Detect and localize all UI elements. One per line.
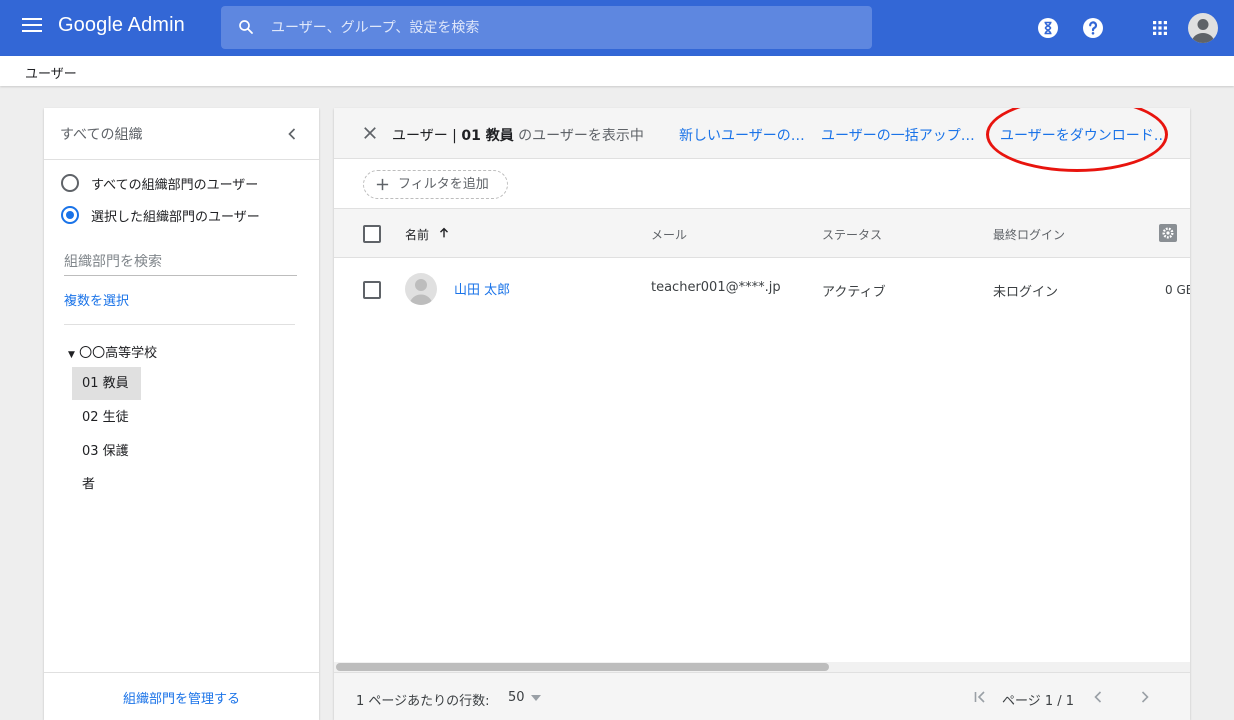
radio-button-selected[interactable] bbox=[61, 206, 79, 224]
add-filter-label: フィルタを追加 bbox=[398, 177, 489, 192]
row-checkbox[interactable] bbox=[363, 281, 381, 299]
user-name-link[interactable]: 山田 太郎 bbox=[454, 279, 510, 298]
radio-all-org-units[interactable]: すべての組織部門のユーザー bbox=[61, 172, 258, 194]
person-icon bbox=[409, 279, 433, 305]
users-panel: ユーザー | 01 教員 のユーザーを表示中 新しいユーザーの… ユーザーの一括… bbox=[334, 108, 1190, 720]
first-page-icon[interactable] bbox=[972, 689, 988, 705]
help-icon[interactable] bbox=[1081, 16, 1105, 40]
scope-prefix: ユーザー | bbox=[392, 128, 462, 144]
add-filter-button[interactable]: フィルタを追加 bbox=[363, 170, 508, 199]
download-users-link[interactable]: ユーザーをダウンロード… bbox=[1000, 125, 1168, 145]
search-box[interactable] bbox=[221, 6, 872, 49]
multi-select-link[interactable]: 複数を選択 bbox=[64, 290, 129, 309]
gear-icon[interactable] bbox=[1159, 224, 1177, 242]
column-header-status[interactable]: ステータス bbox=[822, 226, 882, 243]
add-new-user-link[interactable]: 新しいユーザーの… bbox=[679, 125, 805, 145]
bulk-update-users-link[interactable]: ユーザーの一括アップ… bbox=[821, 125, 975, 145]
sidebar-header: すべての組織 bbox=[44, 108, 319, 160]
scope-indicator: ユーザー | 01 教員 のユーザーを表示中 bbox=[392, 125, 644, 145]
org-unit-search-input[interactable] bbox=[64, 254, 297, 270]
apps-icon[interactable] bbox=[1148, 16, 1172, 40]
rows-per-page-select[interactable]: 50 bbox=[508, 690, 541, 705]
chevron-right-icon[interactable] bbox=[1137, 689, 1153, 705]
tree-root-label: 〇〇高等学校 bbox=[79, 346, 158, 361]
chevron-left-icon[interactable] bbox=[282, 124, 302, 144]
tree-item-teachers[interactable]: 01 教員 bbox=[72, 367, 141, 400]
user-email: teacher001@****.jp bbox=[651, 280, 781, 295]
app-bar: Google Admin bbox=[0, 0, 1234, 56]
account-avatar[interactable] bbox=[1188, 13, 1218, 43]
divider bbox=[64, 324, 295, 325]
breadcrumb-users[interactable]: ユーザー bbox=[25, 63, 77, 82]
chevron-left-icon[interactable] bbox=[1090, 689, 1106, 705]
radio-label: すべての組織部門のユーザー bbox=[91, 177, 259, 193]
user-storage: 0 GB bbox=[1165, 283, 1190, 297]
caret-down-icon[interactable]: ▼ bbox=[68, 350, 75, 360]
radio-button[interactable] bbox=[61, 174, 79, 192]
arrow-up-icon[interactable] bbox=[437, 226, 451, 240]
menu-icon[interactable] bbox=[22, 18, 42, 38]
user-avatar bbox=[405, 273, 437, 305]
scope-suffix: のユーザーを表示中 bbox=[513, 128, 644, 144]
rows-per-page-value: 50 bbox=[508, 690, 525, 705]
hourglass-icon[interactable] bbox=[1036, 16, 1060, 40]
org-unit-sidebar: すべての組織 すべての組織部門のユーザー 選択した組織部門のユーザー 複数を選択… bbox=[44, 108, 319, 720]
manage-org-units-link[interactable]: 組織部門を管理する bbox=[44, 688, 319, 707]
plus-icon bbox=[376, 178, 389, 191]
sidebar-footer: 組織部門を管理する bbox=[44, 672, 319, 720]
pagination-bar: 1 ページあたりの行数: 50 ページ 1 / 1 bbox=[334, 672, 1190, 720]
column-header-name[interactable]: 名前 bbox=[405, 226, 429, 243]
user-last-login: 未ログイン bbox=[993, 285, 1059, 300]
select-all-checkbox[interactable] bbox=[363, 225, 381, 243]
tree-root-school[interactable]: ▼ 〇〇高等学校 bbox=[68, 342, 157, 361]
page-indicator: ページ 1 / 1 bbox=[1002, 694, 1075, 709]
scope-org-unit: 01 教員 bbox=[461, 128, 514, 144]
tree-item-guardians[interactable]: 03 保護者 bbox=[72, 435, 141, 492]
user-status: アクティブ bbox=[822, 285, 886, 300]
sidebar-title: すべての組織 bbox=[60, 127, 143, 143]
column-header-last-login[interactable]: 最終ログイン bbox=[993, 226, 1065, 243]
table-header: 名前 メール ステータス 最終ログイン bbox=[334, 209, 1190, 258]
triangle-down-icon bbox=[530, 694, 541, 701]
search-icon[interactable] bbox=[237, 18, 255, 36]
filter-bar: フィルタを追加 bbox=[334, 159, 1190, 209]
tree-item-students[interactable]: 02 生徒 bbox=[72, 401, 141, 434]
person-icon bbox=[1191, 19, 1215, 43]
column-header-email[interactable]: メール bbox=[651, 226, 687, 243]
rows-per-page-label: 1 ページあたりの行数: bbox=[356, 694, 490, 709]
close-icon[interactable] bbox=[361, 124, 379, 142]
search-input[interactable] bbox=[271, 6, 861, 49]
horizontal-scrollbar[interactable] bbox=[334, 662, 1190, 672]
scrollbar-thumb[interactable] bbox=[336, 663, 829, 671]
radio-selected-org-units[interactable]: 選択した組織部門のユーザー bbox=[61, 204, 260, 226]
breadcrumb: ユーザー bbox=[0, 56, 1234, 86]
radio-label: 選択した組織部門のユーザー bbox=[91, 209, 260, 225]
org-unit-search[interactable] bbox=[64, 254, 297, 276]
users-panel-header: ユーザー | 01 教員 のユーザーを表示中 新しいユーザーの… ユーザーの一括… bbox=[334, 108, 1190, 172]
app-title[interactable]: Google Admin bbox=[58, 14, 185, 37]
